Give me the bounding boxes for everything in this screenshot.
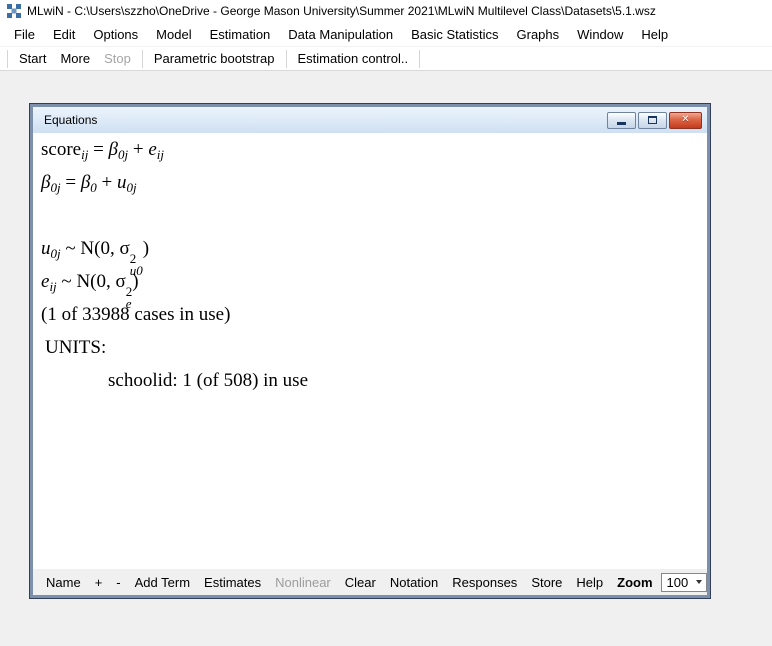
app-title: MLwiN - C:\Users\szzho\OneDrive - George… [27, 4, 656, 18]
equations-content: scoreij = β0j + eijβ0j = β0 + u0j u0j ~ N… [33, 133, 707, 569]
menu-estimation[interactable]: Estimation [201, 22, 280, 46]
toolbar-separator [286, 50, 287, 68]
equations-button-responses[interactable]: Responses [445, 575, 524, 590]
equations-button-+[interactable]: + [88, 575, 110, 590]
equations-toolbar-buttons: Name+-Add TermEstimatesNonlinearClearNot… [39, 575, 660, 590]
equation-line[interactable]: scoreij = β0j + eij [41, 133, 707, 166]
equations-titlebar[interactable]: Equations [33, 107, 707, 133]
equations-toolbar: Name+-Add TermEstimatesNonlinearClearNot… [33, 569, 707, 595]
toolbar: StartMoreStop Parametric bootstrap Estimat… [0, 47, 772, 71]
equations-button-add-term[interactable]: Add Term [128, 575, 197, 590]
menu-model[interactable]: Model [147, 22, 200, 46]
equations-button-store[interactable]: Store [524, 575, 569, 590]
close-icon [681, 115, 689, 125]
menu-help[interactable]: Help [632, 22, 677, 46]
equation-line[interactable]: u0j ~ N(0, σ2u0) [41, 232, 707, 265]
toolbar-button-estimation-control[interactable]: Estimation control.. [291, 51, 416, 66]
chevron-down-icon[interactable] [691, 574, 706, 591]
equations-button-item[interactable]: - [109, 575, 127, 590]
toolbar-button-parametric-bootstrap[interactable]: Parametric bootstrap [147, 51, 282, 66]
zoom-value: 100 [662, 575, 691, 590]
menu-basic-statistics[interactable]: Basic Statistics [402, 22, 507, 46]
info-line: (1 of 33988 cases in use) [41, 298, 707, 331]
minimize-button[interactable] [607, 112, 636, 129]
mlwin-app-icon [7, 4, 21, 18]
equations-window: Equations scoreij = β0j + eijβ0j = β0 + … [30, 104, 710, 598]
equations-window-title: Equations [44, 113, 607, 127]
menu-options[interactable]: Options [84, 22, 147, 46]
toolbar-separator [7, 50, 8, 68]
menu-edit[interactable]: Edit [44, 22, 84, 46]
equations-button-estimates[interactable]: Estimates [197, 575, 268, 590]
close-button[interactable] [669, 112, 702, 129]
equations-button-name[interactable]: Name [39, 575, 88, 590]
info-line: UNITS: [41, 331, 707, 364]
menu-file[interactable]: File [5, 22, 44, 46]
toolbar-separator [142, 50, 143, 68]
info-line: schoolid: 1 (of 508) in use [41, 364, 707, 397]
equations-button-clear[interactable]: Clear [338, 575, 383, 590]
menu-graphs[interactable]: Graphs [508, 22, 569, 46]
equations-button-help[interactable]: Help [569, 575, 610, 590]
menubar: FileEditOptionsModelEstimationData Manip… [0, 22, 772, 47]
window-controls [607, 112, 702, 129]
toolbar-separator [419, 50, 420, 68]
maximize-button[interactable] [638, 112, 667, 129]
blank-line [41, 199, 707, 232]
toolbar-button-start[interactable]: Start [12, 51, 53, 66]
menu-data-manipulation[interactable]: Data Manipulation [279, 22, 402, 46]
mdi-client-area: Equations scoreij = β0j + eijβ0j = β0 + … [0, 71, 772, 645]
equations-button-zoom[interactable]: Zoom [610, 575, 659, 590]
equations-button-nonlinear: Nonlinear [268, 575, 338, 590]
maximize-icon [648, 116, 657, 124]
toolbar-button-stop: Stop [97, 51, 138, 66]
equation-line[interactable]: β0j = β0 + u0j [41, 166, 707, 199]
toolbar-button-more[interactable]: More [53, 51, 97, 66]
equations-button-notation[interactable]: Notation [383, 575, 445, 590]
app-titlebar: MLwiN - C:\Users\szzho\OneDrive - George… [0, 0, 772, 22]
menu-window[interactable]: Window [568, 22, 632, 46]
zoom-combobox[interactable]: 100 [661, 573, 707, 592]
mlwin-window: MLwiN - C:\Users\szzho\OneDrive - George… [0, 0, 772, 645]
minimize-icon [617, 122, 626, 125]
